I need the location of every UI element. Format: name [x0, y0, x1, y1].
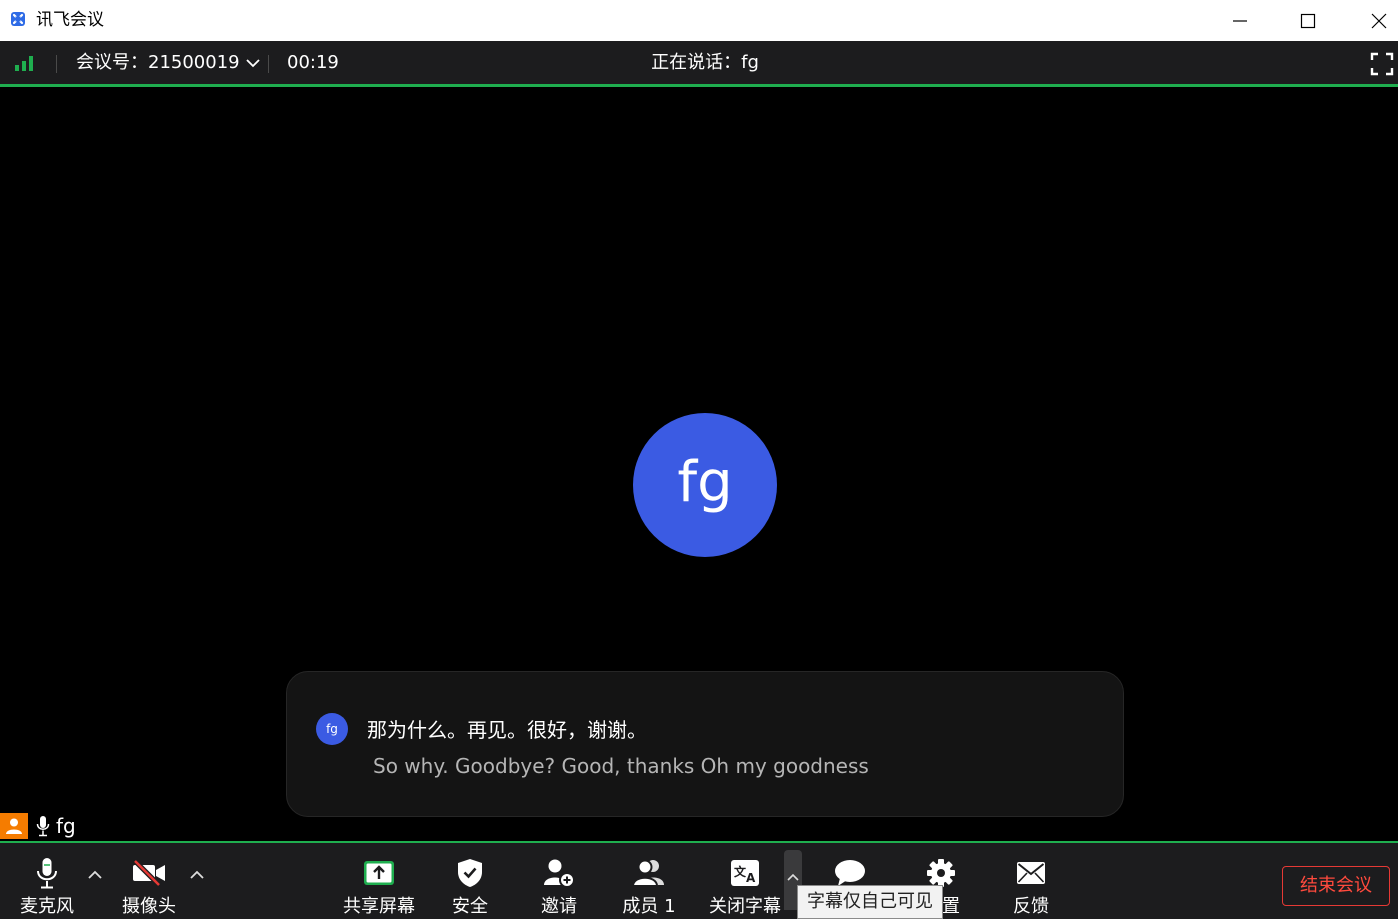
caption-translated-text: So why. Goodbye? Good, thanks Oh my good… — [373, 754, 869, 778]
camera-label: 摄像头 — [122, 896, 176, 917]
user-icon — [0, 813, 28, 839]
minimize-icon — [1233, 19, 1247, 22]
invite-button[interactable]: 邀请 — [533, 843, 585, 919]
members-label: 成员 1 — [622, 896, 676, 917]
members-button[interactable]: 成员 1 — [617, 843, 681, 919]
chevron-up-icon — [787, 873, 799, 881]
caption-original-text: 那为什么。再见。很好，谢谢。 — [367, 718, 647, 742]
feedback-label: 反馈 — [1013, 896, 1049, 917]
captions-tooltip: 字幕仅自己可见 — [797, 885, 943, 919]
microphone-icon — [37, 858, 57, 889]
meeting-info-bar: 会议号：21500019 00:19 正在说话：fg — [0, 41, 1398, 85]
security-button[interactable]: 安全 — [444, 843, 496, 919]
chevron-up-icon[interactable] — [87, 869, 103, 881]
microphone-label: 麦克风 — [20, 896, 74, 917]
captions-button[interactable]: 文 A 关闭字幕 — [704, 843, 786, 919]
share-screen-button[interactable]: 共享屏幕 — [339, 843, 419, 919]
close-button[interactable] — [1344, 0, 1398, 41]
invite-label: 邀请 — [541, 896, 577, 917]
maximize-button[interactable] — [1273, 0, 1343, 41]
active-speaker-label: 正在说话：fg — [651, 52, 759, 73]
caption-panel: fg 那为什么。再见。很好，谢谢。 So why. Goodbye? Good,… — [286, 671, 1124, 817]
gear-icon — [927, 859, 955, 887]
captions-label: 关闭字幕 — [709, 896, 781, 917]
maximize-icon — [1300, 13, 1316, 28]
feedback-button[interactable]: 反馈 — [1005, 843, 1057, 919]
chevron-up-icon[interactable] — [189, 869, 205, 881]
caption-speaker-avatar: fg — [316, 713, 348, 745]
end-meeting-button[interactable]: 结束会议 — [1282, 866, 1390, 906]
translate-icon: 文 A — [731, 860, 759, 886]
share-screen-label: 共享屏幕 — [343, 896, 415, 917]
members-icon — [632, 859, 664, 887]
participant-avatar: fg — [633, 413, 777, 557]
chat-icon — [835, 860, 865, 886]
window-title: 讯飞会议 — [36, 10, 104, 30]
participant-name-tag: fg — [0, 813, 76, 839]
shield-icon — [458, 859, 482, 887]
minimize-button[interactable] — [1205, 0, 1275, 41]
add-user-icon — [544, 859, 575, 888]
microphone-small-icon — [36, 816, 50, 837]
microphone-button[interactable]: 麦克风 — [14, 843, 80, 919]
settings-label: 置 — [942, 896, 960, 917]
app-logo-icon — [11, 12, 25, 26]
share-screen-icon — [364, 861, 394, 885]
close-icon — [1371, 13, 1387, 28]
camera-button[interactable]: 摄像头 — [116, 843, 182, 919]
title-bar: 讯飞会议 — [0, 0, 1398, 41]
svg-text:A: A — [746, 871, 756, 885]
security-label: 安全 — [452, 896, 488, 917]
camera-off-icon — [133, 859, 165, 887]
mail-icon — [1017, 862, 1045, 884]
fullscreen-icon[interactable] — [1370, 52, 1394, 76]
video-stage: fg fg 那为什么。再见。很好，谢谢。 So why. Goodbye? Go… — [0, 87, 1398, 841]
meeting-toolbar: 麦克风 摄像头 共享屏幕 安全 邀请 成员 1 文 A 关闭字幕 置 反馈 结束… — [0, 843, 1398, 919]
participant-name: fg — [56, 814, 76, 838]
